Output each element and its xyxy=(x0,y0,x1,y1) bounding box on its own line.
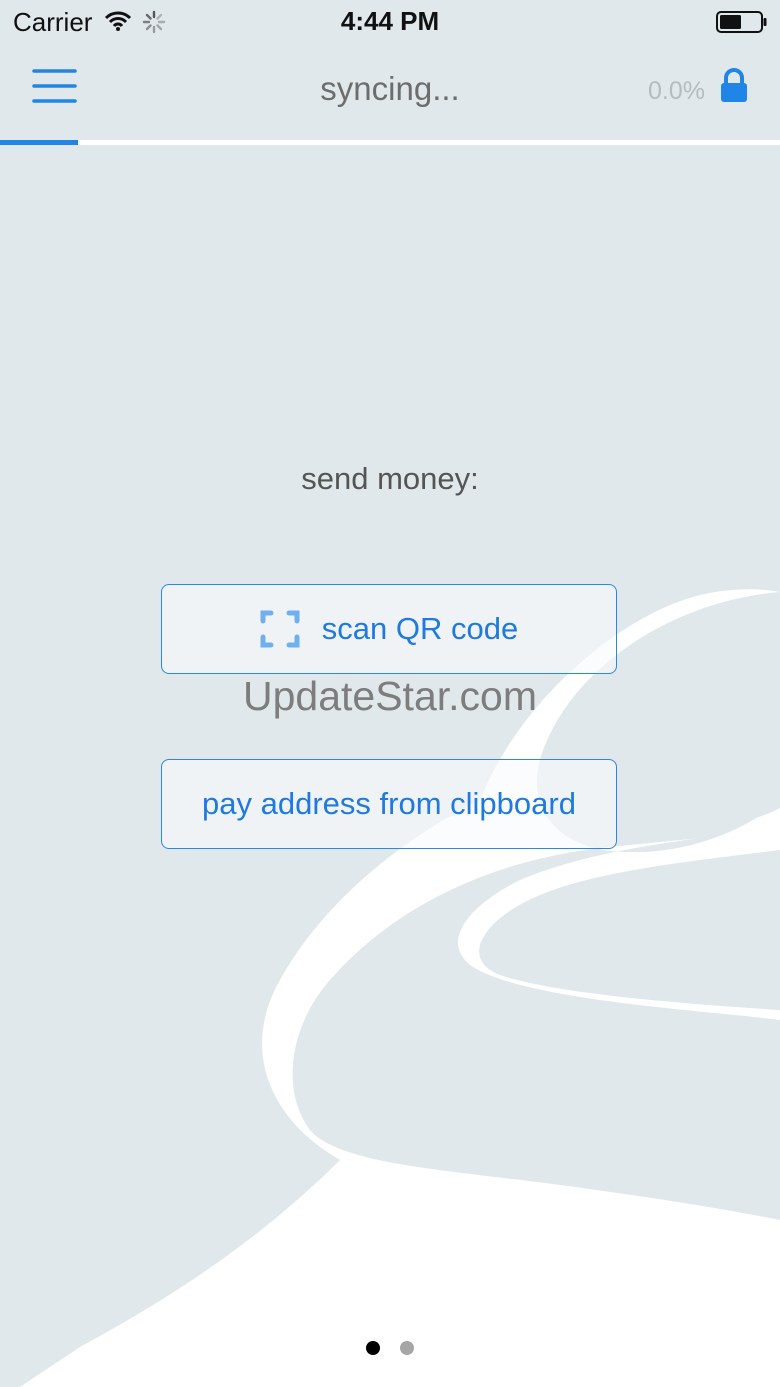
lock-icon xyxy=(721,68,747,102)
watermark-text: UpdateStar.com xyxy=(243,673,537,719)
scan-qr-code-label: scan QR code xyxy=(321,611,519,646)
navigation-bar: syncing... 0.0% xyxy=(0,44,780,140)
pay-from-clipboard-button[interactable]: pay address from clipboard xyxy=(161,759,617,849)
status-time: 4:44 PM xyxy=(340,6,440,36)
send-money-heading: send money: xyxy=(301,461,479,496)
qr-scan-icon xyxy=(260,610,300,648)
page-dot-1[interactable] xyxy=(365,1341,380,1355)
status-bar: Carrier 4:44 PM xyxy=(0,0,780,44)
page-dot-2[interactable] xyxy=(400,1341,415,1355)
page-indicator xyxy=(0,1341,780,1360)
lock-button[interactable] xyxy=(719,68,749,104)
send-money-panel: send money: scan QR code UpdateStar.com … xyxy=(0,145,780,1387)
sync-progress-percent: 0.0% xyxy=(648,77,705,105)
pay-from-clipboard-label: pay address from clipboard xyxy=(202,786,576,821)
scan-qr-code-button[interactable]: scan QR code xyxy=(161,584,617,674)
battery-icon xyxy=(716,11,767,33)
